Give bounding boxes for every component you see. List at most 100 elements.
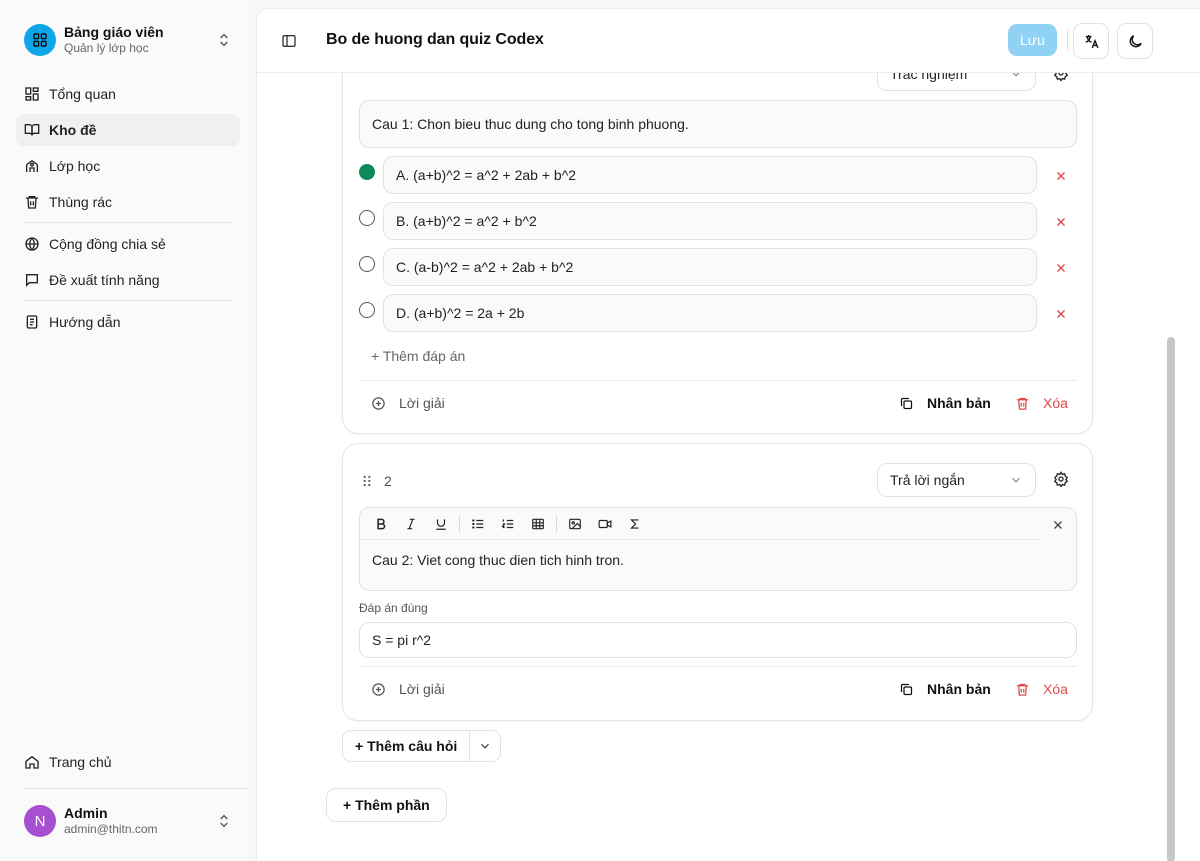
question-card-2: 2 Trả lời ngắn Cau 2: Viet cong thuc die <box>342 443 1093 721</box>
sidebar-item-label: Kho đề <box>49 122 97 138</box>
save-button[interactable]: Lưu <box>1008 24 1057 56</box>
question-card-1: 1 Trắc nghiệm Cau 1: Chon bieu thuc dung… <box>342 39 1093 434</box>
bullet-list-button[interactable] <box>463 510 493 538</box>
home-icon <box>25 755 39 769</box>
toolbar-divider <box>459 515 460 532</box>
delete-label: Xóa <box>1043 395 1068 411</box>
question-number: 2 <box>384 473 392 489</box>
option-input-d[interactable]: D. (a+b)^2 = 2a + 2b <box>383 294 1037 332</box>
remove-option-icon[interactable] <box>1054 307 1068 321</box>
image-icon <box>569 518 581 529</box>
ordered-list-icon <box>501 518 514 528</box>
option-text: C. (a-b)^2 = a^2 + 2ab + b^2 <box>396 259 574 275</box>
drag-handle-icon[interactable] <box>360 474 374 488</box>
add-question-button[interactable]: + Thêm câu hỏi <box>343 731 471 761</box>
italic-button[interactable] <box>396 510 426 538</box>
option-text: A. (a+b)^2 = a^2 + 2ab + b^2 <box>396 167 577 183</box>
workspace-switcher[interactable]: Bảng giáo viên Quản lý lớp học <box>16 16 240 64</box>
underline-icon <box>436 518 446 530</box>
option-text: B. (a+b)^2 = a^2 + b^2 <box>396 213 537 229</box>
underline-button[interactable] <box>426 510 456 538</box>
question-type-value: Trả lời ngắn <box>890 472 965 488</box>
video-icon <box>598 519 612 528</box>
sidebar-item-feature-request[interactable]: Đề xuất tính năng <box>16 264 240 296</box>
sidebar-item-question-bank[interactable]: Kho đề <box>16 114 240 146</box>
scrollbar-thumb[interactable] <box>1167 337 1175 861</box>
sidebar-item-guide[interactable]: Hướng dẫn <box>16 306 240 338</box>
table-button[interactable] <box>523 510 553 538</box>
sidebar-item-label: Tổng quan <box>49 86 116 102</box>
option-radio-d[interactable] <box>359 302 375 318</box>
option-input-c[interactable]: C. (a-b)^2 = a^2 + 2ab + b^2 <box>383 248 1037 286</box>
sidebar-item-trash[interactable]: Thùng rác <box>16 186 240 218</box>
card-divider <box>359 380 1077 381</box>
globe-icon <box>25 237 39 251</box>
video-button[interactable] <box>590 510 620 538</box>
sidebar-item-overview[interactable]: Tổng quan <box>16 78 240 110</box>
sidebar: Bảng giáo viên Quản lý lớp học Tổng quan… <box>0 0 248 861</box>
delete-button[interactable]: Xóa <box>1015 395 1068 411</box>
close-icon[interactable] <box>1051 518 1065 532</box>
image-button[interactable] <box>560 510 590 538</box>
question-prompt-input[interactable]: Cau 1: Chon bieu thuc dung cho tong binh… <box>359 100 1077 148</box>
grid-icon <box>25 87 39 101</box>
theme-toggle-button[interactable] <box>1117 23 1153 59</box>
option-input-a[interactable]: A. (a+b)^2 = a^2 + 2ab + b^2 <box>383 156 1037 194</box>
ordered-list-button[interactable] <box>493 510 523 538</box>
question-type-select[interactable]: Trả lời ngắn <box>877 463 1036 497</box>
table-icon <box>532 518 544 529</box>
remove-option-icon[interactable] <box>1054 169 1068 183</box>
brand-subtitle: Quản lý lớp học <box>64 41 149 56</box>
chevrons-up-down-icon <box>220 33 228 47</box>
user-name: Admin <box>64 804 108 821</box>
solution-button[interactable]: Lời giải <box>371 681 445 697</box>
remove-option-icon[interactable] <box>1054 215 1068 229</box>
option-radio-a[interactable] <box>359 164 375 180</box>
answer-input[interactable]: S = pi r^2 <box>359 622 1077 658</box>
answer-value: S = pi r^2 <box>372 632 432 648</box>
formula-button[interactable] <box>620 510 650 538</box>
nav-divider <box>24 300 232 301</box>
trash-icon <box>1016 683 1029 696</box>
sidebar-item-home[interactable]: Trang chủ <box>16 746 240 778</box>
option-radio-c[interactable] <box>359 256 375 272</box>
duplicate-label: Nhân bản <box>927 395 991 411</box>
gear-icon[interactable] <box>1053 471 1069 487</box>
document-icon <box>26 315 38 329</box>
user-menu[interactable]: N Admin admin@thitn.com <box>16 797 240 845</box>
trash-icon <box>1016 397 1029 410</box>
delete-label: Xóa <box>1043 681 1068 697</box>
bold-button[interactable] <box>366 510 396 538</box>
delete-button[interactable]: Xóa <box>1015 681 1068 697</box>
duplicate-button[interactable]: Nhân bản <box>899 681 991 697</box>
sidebar-toggle-icon[interactable] <box>281 33 297 49</box>
sidebar-item-community[interactable]: Cộng đồng chia sẻ <box>16 228 240 260</box>
add-question-menu-button[interactable] <box>470 731 500 761</box>
copy-icon <box>900 683 913 695</box>
nav-divider <box>24 222 232 223</box>
toolbar-divider <box>1067 29 1068 51</box>
option-radio-b[interactable] <box>359 210 375 226</box>
sidebar-item-classes[interactable]: Lớp học <box>16 150 240 182</box>
language-button[interactable] <box>1073 23 1109 59</box>
message-square-icon <box>26 274 38 287</box>
avatar: N <box>24 805 56 837</box>
option-input-b[interactable]: B. (a+b)^2 = a^2 + b^2 <box>383 202 1037 240</box>
school-icon <box>26 159 38 172</box>
rich-text-editor[interactable]: Cau 2: Viet cong thuc dien tich hinh tro… <box>359 507 1077 591</box>
add-section-button[interactable]: + Thêm phần <box>326 788 447 822</box>
plus-circle-icon <box>372 396 385 410</box>
duplicate-button[interactable]: Nhân bản <box>899 395 991 411</box>
solution-button[interactable]: Lời giải <box>371 395 445 411</box>
dashboard-logo-icon <box>24 24 56 56</box>
question-prompt-text: Cau 2: Viet cong thuc dien tich hinh tro… <box>372 552 624 568</box>
sidebar-item-label: Hướng dẫn <box>49 314 121 330</box>
editor-toolbar <box>360 508 1040 540</box>
add-answer-button[interactable]: + Thêm đáp án <box>371 348 465 364</box>
solution-label: Lời giải <box>399 681 445 697</box>
question-prompt-text: Cau 1: Chon bieu thuc dung cho tong binh… <box>372 116 689 132</box>
copy-icon <box>900 397 913 409</box>
remove-option-icon[interactable] <box>1054 261 1068 275</box>
bold-icon <box>377 518 386 529</box>
list-icon <box>472 518 484 529</box>
